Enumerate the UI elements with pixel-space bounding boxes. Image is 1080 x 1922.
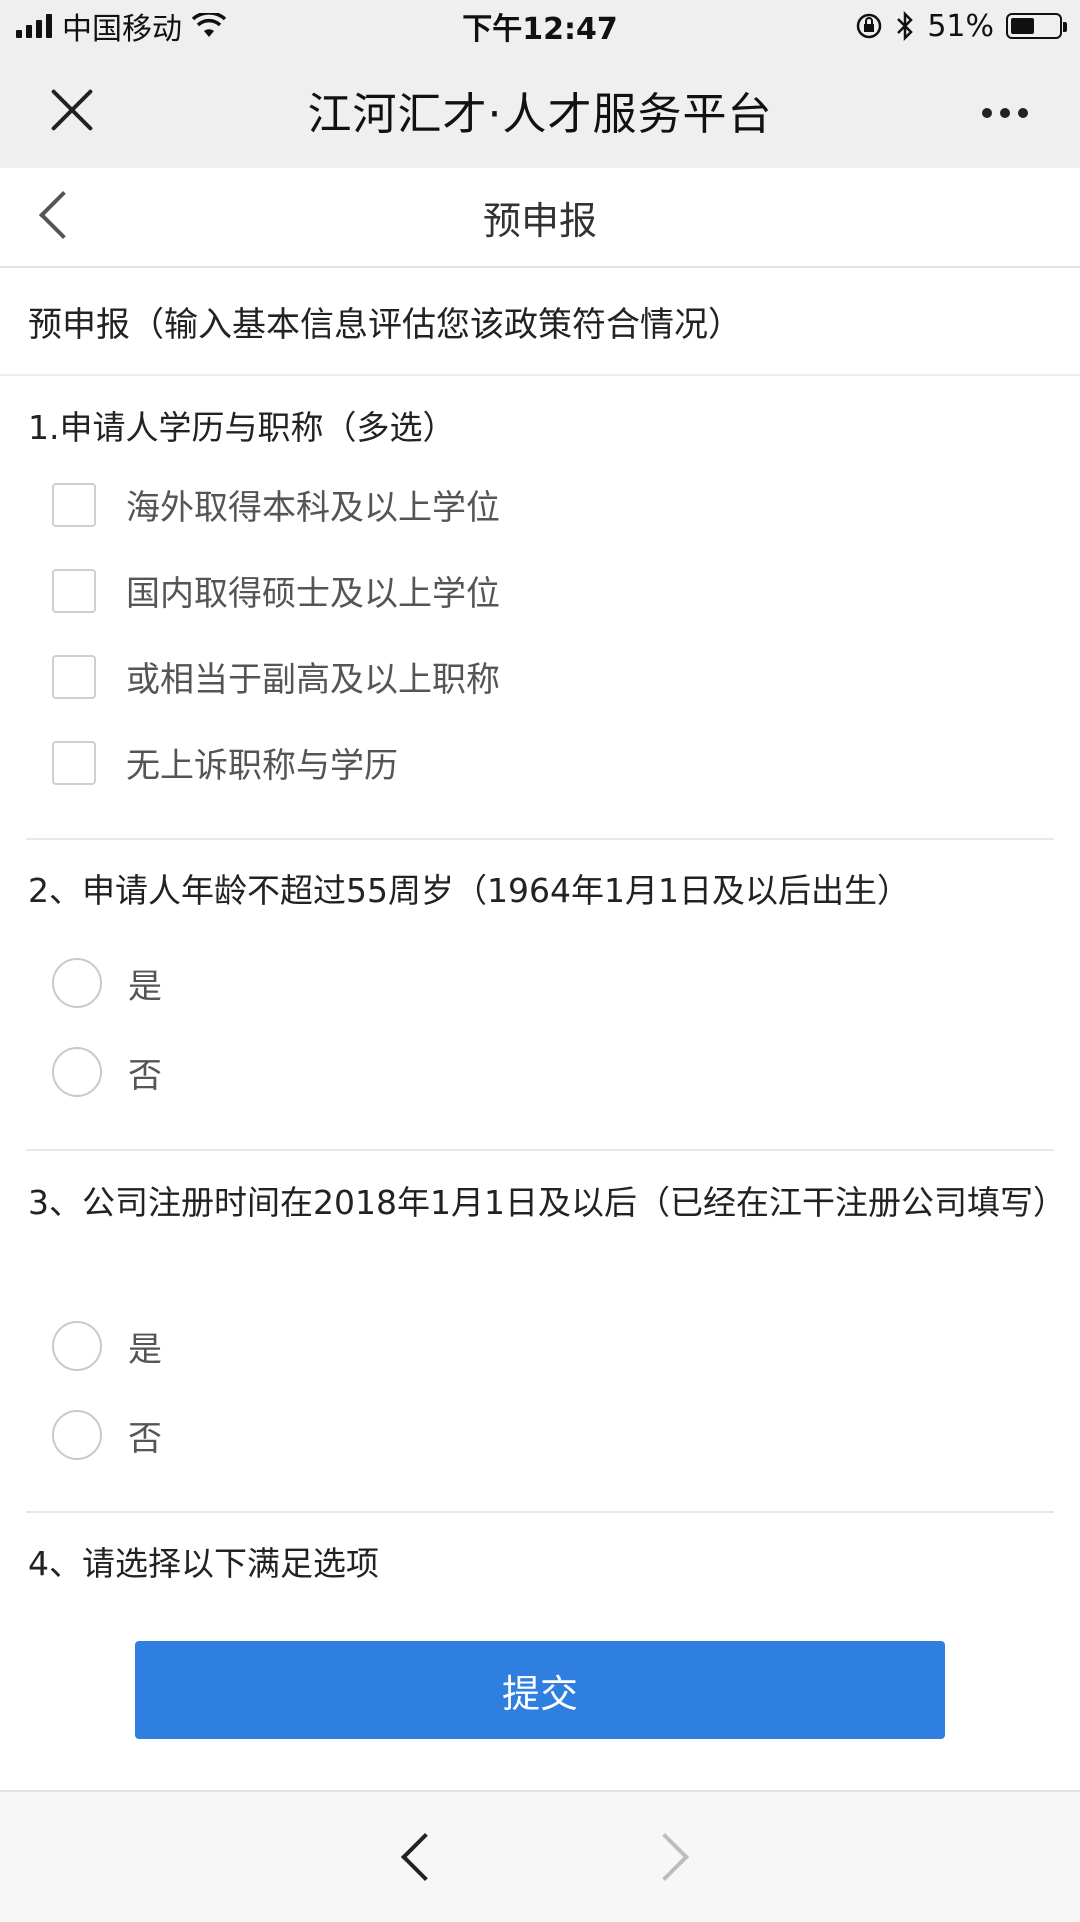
radio-button[interactable]	[52, 1321, 102, 1371]
checkbox[interactable]	[52, 740, 96, 785]
checkbox[interactable]	[52, 654, 96, 699]
radio-button[interactable]	[52, 958, 102, 1008]
divider	[26, 1511, 1054, 1513]
bottom-nav-bar	[0, 1790, 1080, 1922]
battery-percent: 51%	[927, 8, 994, 44]
option-label: 否	[128, 1418, 162, 1459]
option-label: 是	[128, 1329, 162, 1370]
battery-level	[1011, 18, 1034, 34]
checkbox-option[interactable]: 或相当于副高及以上职称	[52, 652, 500, 701]
carrier-label: 中国移动	[62, 12, 182, 47]
option-label: 海外取得本科及以上学位	[126, 488, 500, 528]
status-right: 51%	[855, 9, 1080, 44]
wechat-title: 江河汇才·人才服务平台	[307, 89, 773, 140]
radio-button[interactable]	[52, 1047, 102, 1097]
radio-option[interactable]: 否	[52, 1047, 162, 1097]
radio-option[interactable]: 否	[52, 1410, 162, 1460]
option-label: 是	[128, 966, 162, 1007]
checkbox-option[interactable]: 海外取得本科及以上学位	[52, 480, 500, 529]
question-3-title: 3、公司注册时间在2018年1月1日及以后（已经在江干注册公司填写）	[28, 1183, 1066, 1222]
radio-option[interactable]: 是	[52, 958, 162, 1008]
option-label: 国内取得硕士及以上学位	[126, 574, 500, 614]
intro-banner: 预申报（输入基本信息评估您该政策符合情况）	[0, 268, 1080, 376]
status-left: 中国移动	[0, 4, 226, 48]
signal-icon	[16, 14, 52, 38]
checkbox[interactable]	[52, 568, 96, 613]
checkbox-option[interactable]: 无上诉职称与学历	[52, 738, 398, 787]
close-icon[interactable]	[50, 88, 94, 132]
question-1-title: 1.申请人学历与职称（多选）	[28, 408, 456, 447]
wifi-icon	[192, 13, 226, 37]
question-4-title: 4、请选择以下满足选项	[28, 1544, 379, 1583]
page-header: 预申报	[0, 168, 1080, 268]
wechat-title-bar: 江河汇才·人才服务平台	[0, 52, 1080, 168]
option-label: 无上诉职称与学历	[126, 746, 398, 786]
nav-back-icon[interactable]	[400, 1832, 450, 1882]
more-icon[interactable]	[982, 108, 1028, 118]
option-label: 否	[128, 1055, 162, 1096]
checkbox[interactable]	[52, 482, 96, 527]
question-2-title: 2、申请人年龄不超过55周岁（1964年1月1日及以后出生）	[28, 871, 910, 910]
checkbox-option[interactable]: 国内取得硕士及以上学位	[52, 566, 500, 615]
radio-option[interactable]: 是	[52, 1321, 162, 1371]
radio-button[interactable]	[52, 1410, 102, 1460]
submit-button[interactable]: 提交	[135, 1641, 945, 1739]
battery-icon	[1006, 13, 1067, 39]
rotation-lock-icon	[857, 13, 882, 39]
option-label: 或相当于副高及以上职称	[126, 660, 500, 700]
divider	[26, 838, 1054, 840]
back-chevron-icon[interactable]	[38, 190, 88, 240]
status-bar: 中国移动 下午12:47 51%	[0, 0, 1080, 52]
intro-text: 预申报（输入基本信息评估您该政策符合情况）	[28, 304, 742, 345]
divider	[26, 1149, 1054, 1151]
page-title: 预申报	[482, 198, 597, 243]
nav-forward-icon	[640, 1832, 690, 1882]
bluetooth-icon	[897, 11, 914, 41]
